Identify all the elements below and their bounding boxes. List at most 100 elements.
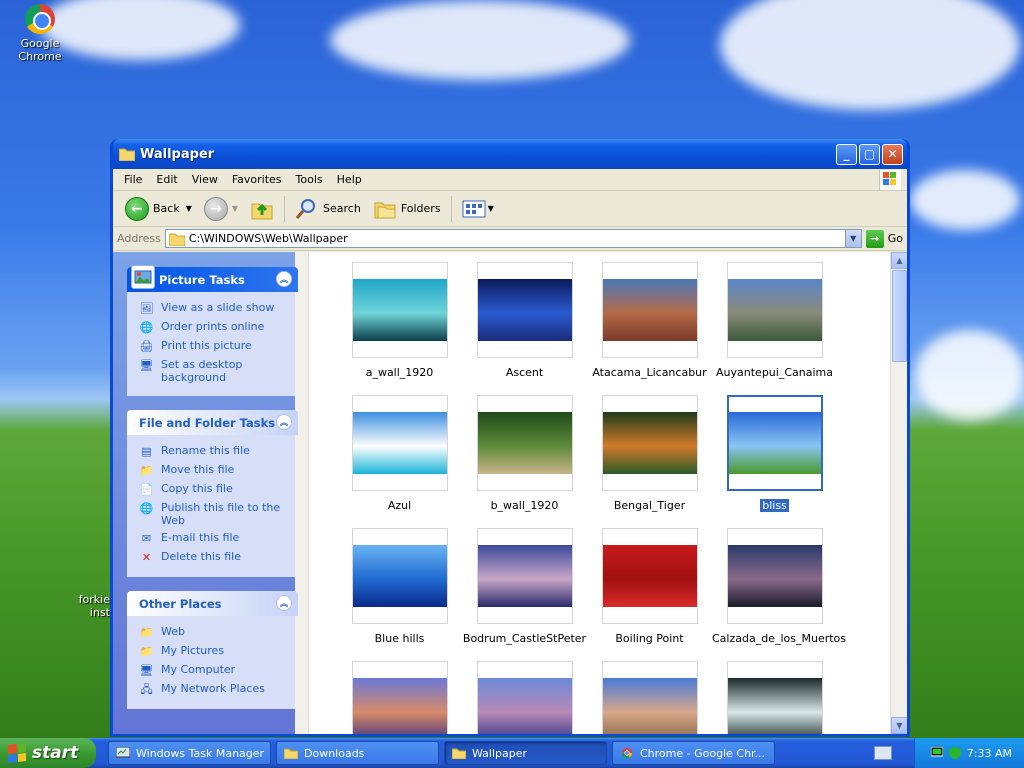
menu-help[interactable]: Help — [330, 171, 369, 188]
menu-edit[interactable]: Edit — [149, 171, 184, 188]
taskpane-scrollbar[interactable] — [295, 252, 309, 734]
thumbnail-image — [727, 545, 822, 607]
place-my-network[interactable]: 🖧 My Network Places — [139, 682, 292, 697]
go-button[interactable]: → Go — [865, 229, 903, 248]
taskbar-button-downloads[interactable]: Downloads — [276, 741, 439, 765]
vertical-scrollbar[interactable]: ▲ ▼ — [890, 252, 907, 734]
search-icon — [295, 198, 316, 219]
place-my-computer[interactable]: 🖥 My Computer — [139, 663, 292, 678]
thumbnail-frame — [476, 262, 573, 358]
forward-button[interactable]: → ▼ — [198, 196, 244, 221]
file-name: Azul — [337, 499, 462, 512]
menu-tools[interactable]: Tools — [289, 171, 330, 188]
views-button[interactable]: ▼ — [456, 199, 500, 219]
task-set-background[interactable]: 🖥 Set as desktop background — [139, 358, 292, 384]
globe-icon: 🌐 — [139, 321, 154, 334]
minimize-button[interactable]: _ — [836, 143, 857, 165]
desktop-icon-chrome[interactable]: Google Chrome — [0, 4, 80, 63]
file-thumbnail[interactable]: Boiling Point — [587, 528, 712, 645]
thumbnail-frame — [351, 661, 448, 734]
file-thumbnail[interactable]: Bodrum_CastleStPeter — [462, 528, 587, 645]
file-thumbnail[interactable] — [712, 661, 837, 734]
file-thumbnail[interactable]: Ascent — [462, 262, 587, 379]
start-label: start — [32, 743, 79, 763]
window-content: File Edit View Favorites Tools Help ← Ba… — [113, 169, 907, 734]
up-button[interactable] — [244, 197, 280, 221]
task-email[interactable]: ✉ E-mail this file — [139, 531, 292, 546]
address-dropdown-button[interactable]: ▼ — [844, 230, 861, 247]
panel-title: Other Places — [139, 596, 222, 611]
scroll-down-button[interactable]: ▼ — [891, 717, 907, 734]
thumbnail-frame — [351, 262, 448, 358]
dropdown-arrow-icon[interactable]: ▼ — [232, 204, 238, 213]
file-thumbnail[interactable]: Atacama_Licancabur — [587, 262, 712, 379]
search-button[interactable]: Search — [289, 197, 367, 221]
file-thumbnail[interactable]: Auyantepui_Canaima — [712, 262, 837, 379]
desktop-icon-label: Google Chrome — [18, 37, 62, 63]
file-thumbnail[interactable]: b_wall_1920 — [462, 395, 587, 512]
scroll-up-button[interactable]: ▲ — [891, 252, 907, 269]
file-thumbnail[interactable]: Calzada_de_los_Muertos — [712, 528, 846, 645]
file-name-text: Blue hills — [374, 632, 425, 645]
start-button[interactable]: start — [0, 738, 96, 768]
menu-file[interactable]: File — [117, 171, 149, 188]
collapse-chevron-icon[interactable]: ︽ — [276, 271, 292, 287]
file-thumbnail[interactable]: a_wall_1920 — [337, 262, 462, 379]
windows-flag-icon — [8, 743, 26, 763]
task-rename[interactable]: ▤ Rename this file — [139, 444, 292, 459]
chevron-down-icon: ▼ — [896, 721, 903, 730]
menu-view[interactable]: View — [185, 171, 225, 188]
task-move[interactable]: 📁 Move this file — [139, 463, 292, 478]
file-thumbnail[interactable]: Azul — [337, 395, 462, 512]
close-button[interactable]: ✕ — [882, 143, 903, 165]
scroll-thumb[interactable] — [892, 270, 907, 362]
taskbar-button-label: Downloads — [304, 746, 365, 760]
thumbnail-image — [602, 545, 697, 607]
file-folder-tasks-header[interactable]: File and Folder Tasks ︽ — [127, 410, 298, 435]
task-delete[interactable]: ✕ Delete this file — [139, 550, 292, 565]
file-thumbnail[interactable]: Bengal_Tiger — [587, 395, 712, 512]
file-thumbnail[interactable]: bliss — [712, 395, 837, 513]
email-icon: ✉ — [141, 532, 152, 545]
monitor-icon[interactable] — [930, 747, 943, 759]
dropdown-arrow-icon: ▼ — [487, 204, 494, 213]
task-pane: Picture Tasks ︽ 🖼 View as a slide show 🌐 O… — [113, 252, 309, 734]
place-my-pictures[interactable]: 📁 My Pictures — [139, 644, 292, 659]
collapse-chevron-icon[interactable]: ︽ — [276, 595, 292, 611]
other-places-header[interactable]: Other Places ︽ — [127, 591, 298, 616]
menu-favorites[interactable]: Favorites — [225, 171, 289, 188]
task-copy[interactable]: 📄 Copy this file — [139, 482, 292, 497]
shield-icon[interactable] — [948, 747, 961, 759]
computer-icon: 🖥 — [139, 664, 154, 677]
file-thumbnail[interactable]: Blue hills — [337, 528, 462, 645]
thumbnail-frame — [351, 528, 448, 624]
back-label: Back — [153, 202, 180, 215]
task-label: Move this file — [161, 463, 235, 476]
task-order-prints[interactable]: 🌐 Order prints online — [139, 320, 292, 335]
task-slideshow[interactable]: 🖼 View as a slide show — [139, 301, 292, 316]
keyboard-icon[interactable] — [874, 746, 892, 760]
picture-tasks-header[interactable]: Picture Tasks ︽ — [127, 265, 298, 292]
taskbar-button-task-manager[interactable]: Windows Task Manager — [108, 741, 271, 765]
other-places-panel: Other Places ︽ 📁 Web 📁 My Pictures 🖥 My Com… — [127, 591, 298, 709]
titlebar[interactable]: Wallpaper _ ▢ ✕ — [113, 139, 907, 169]
file-thumbnail[interactable] — [587, 661, 712, 734]
dropdown-arrow-icon[interactable]: ▼ — [186, 204, 192, 213]
file-thumbnail[interactable] — [337, 661, 462, 734]
address-input[interactable]: C:\WINDOWS\Web\Wallpaper ▼ — [164, 229, 862, 248]
go-arrow-icon: → — [865, 229, 884, 248]
task-print[interactable]: 🖨 Print this picture — [139, 339, 292, 354]
taskbar-button-chrome[interactable]: Chrome - Google Chr... — [612, 741, 775, 765]
collapse-chevron-icon[interactable]: ︽ — [276, 414, 292, 430]
thumbnail-frame — [476, 395, 573, 491]
place-web[interactable]: 📁 Web — [139, 625, 292, 640]
file-thumbnail[interactable] — [462, 661, 587, 734]
thumbnail-frame — [726, 262, 823, 358]
desktop-icon-forkie[interactable]: forkie inst — [70, 580, 110, 632]
folders-button[interactable]: Folders — [367, 198, 447, 220]
taskbar-button-wallpaper[interactable]: Wallpaper — [444, 741, 607, 765]
task-publish[interactable]: 🌐 Publish this file to the Web — [139, 501, 292, 527]
maximize-button[interactable]: ▢ — [859, 143, 880, 165]
back-button[interactable]: ← Back ▼ — [119, 196, 198, 221]
address-bar: Address C:\WINDOWS\Web\Wallpaper ▼ → Go — [113, 227, 907, 251]
